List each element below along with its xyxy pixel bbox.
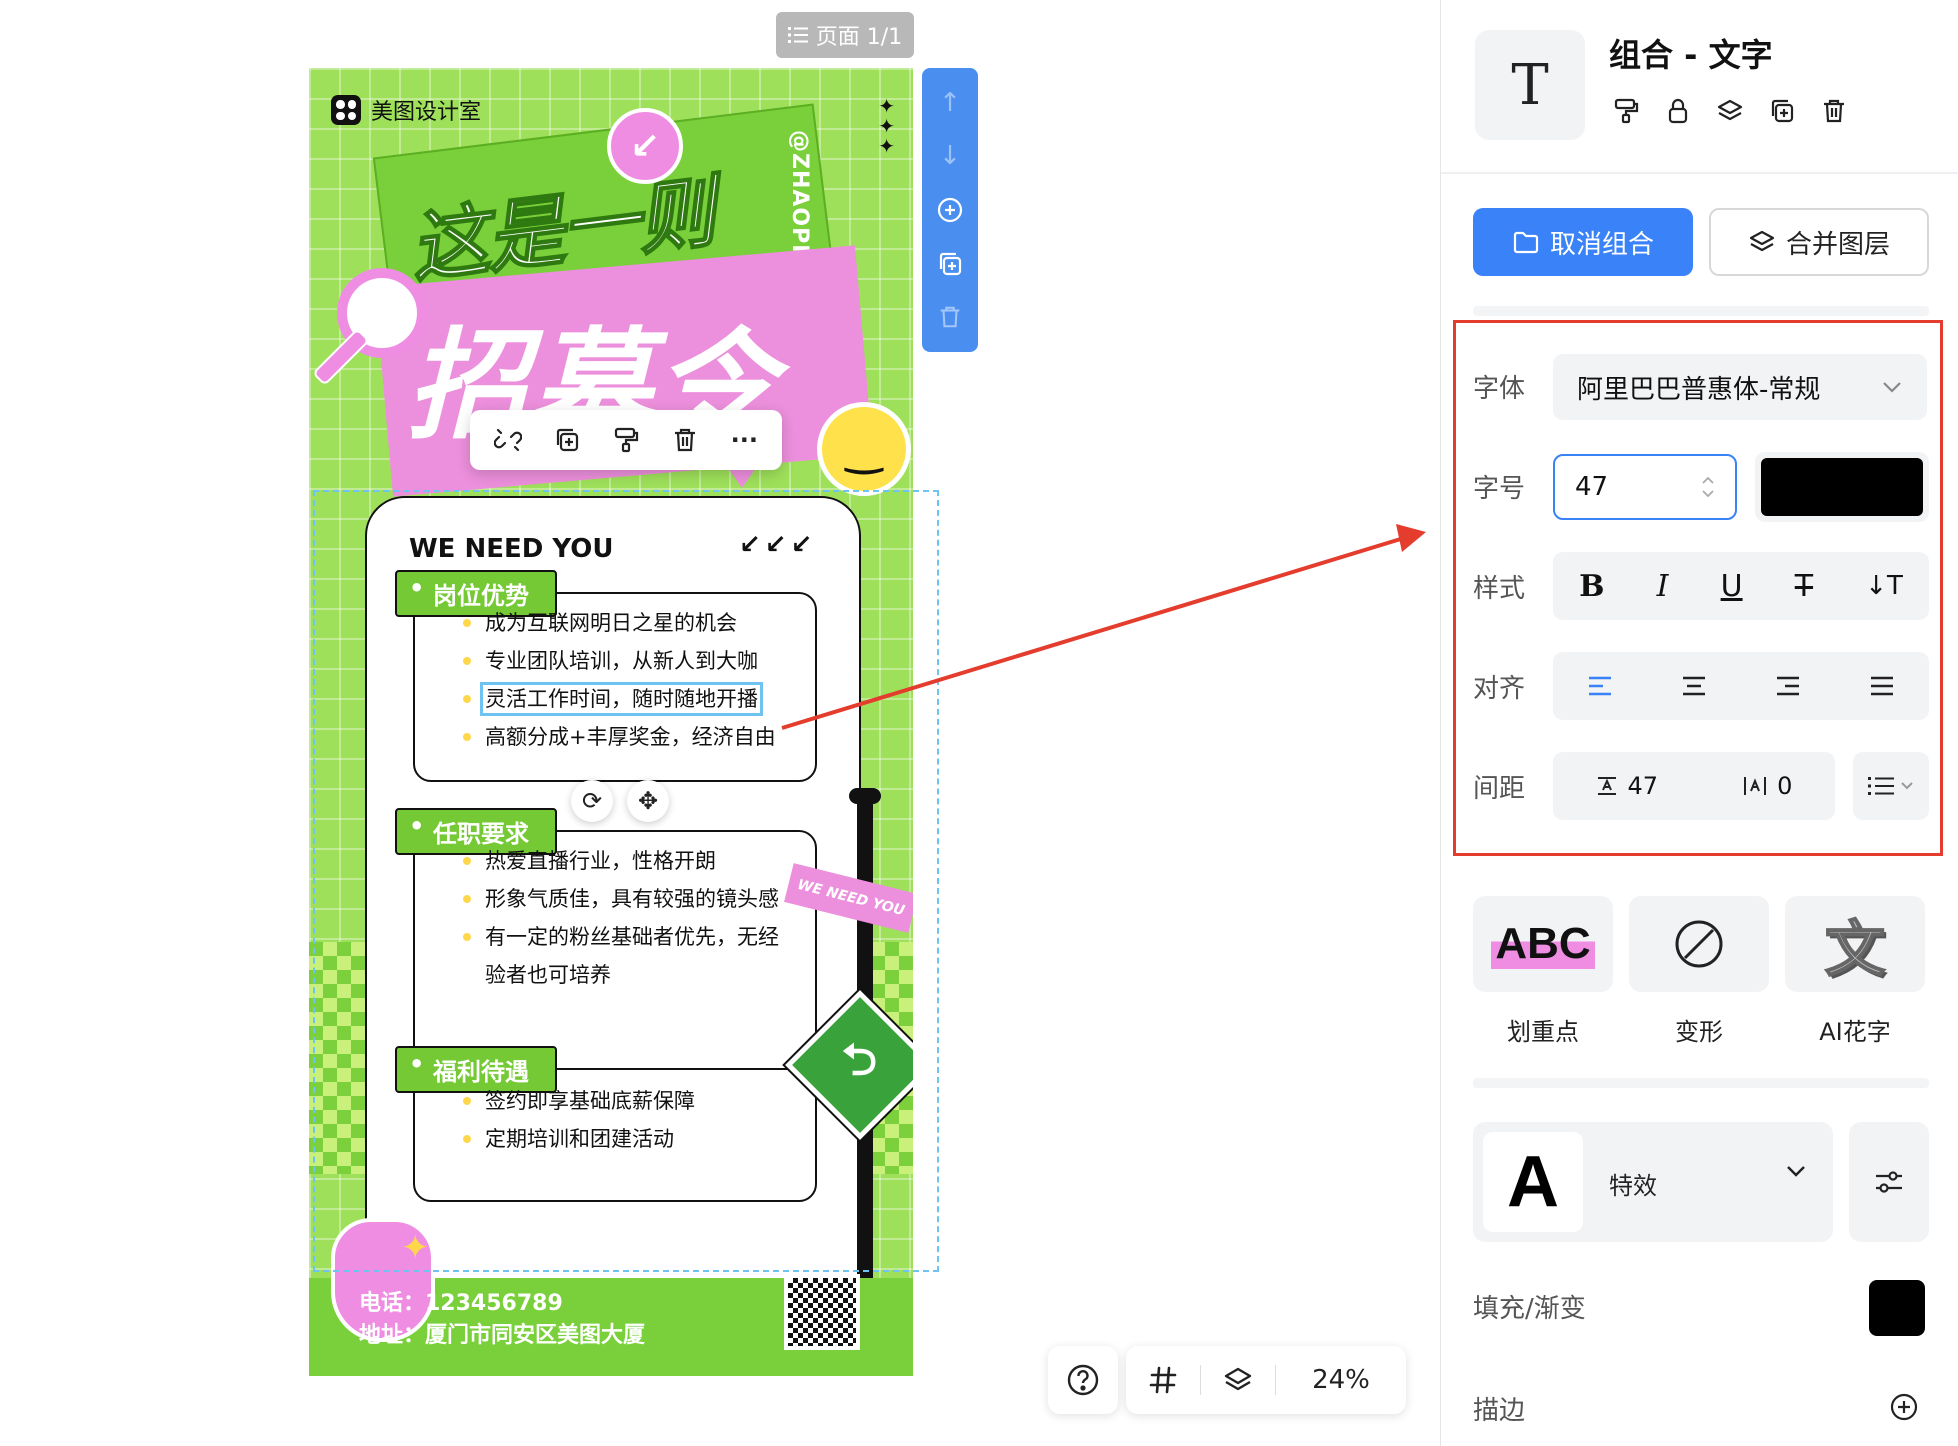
format-painter-icon[interactable] <box>606 420 646 460</box>
group-selection-box[interactable] <box>313 490 939 1272</box>
fill-color-swatch[interactable] <box>1869 1280 1925 1336</box>
add-icon[interactable] <box>930 190 970 230</box>
brand-logo-icon <box>331 95 361 125</box>
effect-ai-text-card[interactable]: 文 <box>1785 896 1925 992</box>
qr-code <box>784 1274 860 1350</box>
unlink-icon[interactable] <box>488 420 528 460</box>
list-icon <box>787 27 808 43</box>
smiley-icon: ‿ <box>817 402 911 496</box>
section-separator <box>1473 1078 1929 1088</box>
layer-side-toolbar: ↑ ↓ <box>922 68 978 352</box>
effect-name: 特效 <box>1609 1172 1657 1200</box>
move-down-icon[interactable]: ↓ <box>930 136 970 176</box>
arrow-badge-icon: ↙ <box>607 108 683 184</box>
floating-toolbar: ··· <box>470 410 782 470</box>
effect-highlight-card[interactable]: ABC <box>1473 896 1613 992</box>
hash-grid-icon <box>1149 1366 1177 1394</box>
folder-icon <box>1513 231 1539 254</box>
page-indicator[interactable]: 页面 1/1 <box>776 12 914 58</box>
ungroup-label: 取消组合 <box>1549 229 1654 260</box>
grid-toggle-button[interactable] <box>1126 1346 1200 1414</box>
effect-warp-label: 变形 <box>1675 1018 1723 1046</box>
brand: 美图设计室 <box>331 94 481 126</box>
layers-icon[interactable] <box>1715 96 1745 126</box>
layers-button[interactable] <box>1201 1346 1275 1414</box>
divider <box>1441 172 1958 174</box>
sliders-icon <box>1876 1171 1902 1193</box>
duplicate-icon[interactable] <box>547 420 587 460</box>
address-text: 地址：厦门市同安区美图大厦 <box>359 1323 646 1348</box>
chevron-down-icon <box>1787 1166 1805 1177</box>
layers-icon <box>1224 1367 1252 1391</box>
toolbar-pointer <box>728 468 756 488</box>
element-tools <box>1611 96 1849 126</box>
help-icon <box>1067 1364 1099 1396</box>
ungroup-button[interactable]: 取消组合 <box>1473 208 1693 276</box>
text-effect-select[interactable]: A 特效 <box>1473 1122 1833 1242</box>
merge-layers-label: 合并图层 <box>1785 229 1890 260</box>
merge-layers-button[interactable]: 合并图层 <box>1709 208 1929 276</box>
contact-info: 电话：123456789 地址：厦门市同安区美图大厦 <box>359 1288 645 1352</box>
move-up-icon[interactable]: ↑ <box>930 83 970 123</box>
more-icon[interactable]: ··· <box>724 420 764 460</box>
delete-icon[interactable] <box>1819 96 1849 126</box>
delete-icon[interactable] <box>930 297 970 337</box>
duplicate-icon[interactable] <box>1767 96 1797 126</box>
delete-icon[interactable] <box>665 420 705 460</box>
view-controls: 24% <box>1126 1346 1406 1414</box>
effect-settings-button[interactable] <box>1849 1122 1929 1242</box>
section-separator <box>1473 306 1929 316</box>
fill-label: 填充/渐变 <box>1473 1294 1586 1324</box>
effect-preview: A <box>1483 1132 1583 1232</box>
effect-ai-text-label: AI花字 <box>1819 1018 1891 1046</box>
stroke-label: 描边 <box>1473 1396 1526 1426</box>
layers-icon <box>1749 230 1775 252</box>
highlight-icon: ABC <box>1491 919 1595 969</box>
add-stroke-icon[interactable] <box>1889 1392 1919 1422</box>
help-button[interactable] <box>1048 1346 1118 1414</box>
zoom-level[interactable]: 24% <box>1276 1365 1406 1395</box>
format-painter-icon[interactable] <box>1611 96 1641 126</box>
effect-warp-card[interactable] <box>1629 896 1769 992</box>
prohibited-icon <box>1675 920 1723 968</box>
panel-title: 组合 - 文字 <box>1609 36 1773 74</box>
effect-highlight-label: 划重点 <box>1507 1018 1579 1046</box>
brand-name: 美图设计室 <box>371 100 482 125</box>
phone-text: 电话：123456789 <box>359 1291 563 1316</box>
duplicate-icon[interactable] <box>930 244 970 284</box>
page-indicator-label: 页面 1/1 <box>815 25 903 50</box>
ai-text-icon: 文 <box>1824 914 1886 986</box>
annotation-highlight-box <box>1453 320 1943 856</box>
sparkle-stars-icon: ✦ ✦ ✦ <box>878 94 895 158</box>
text-type-icon: T <box>1475 30 1585 140</box>
lock-icon[interactable] <box>1663 96 1693 126</box>
